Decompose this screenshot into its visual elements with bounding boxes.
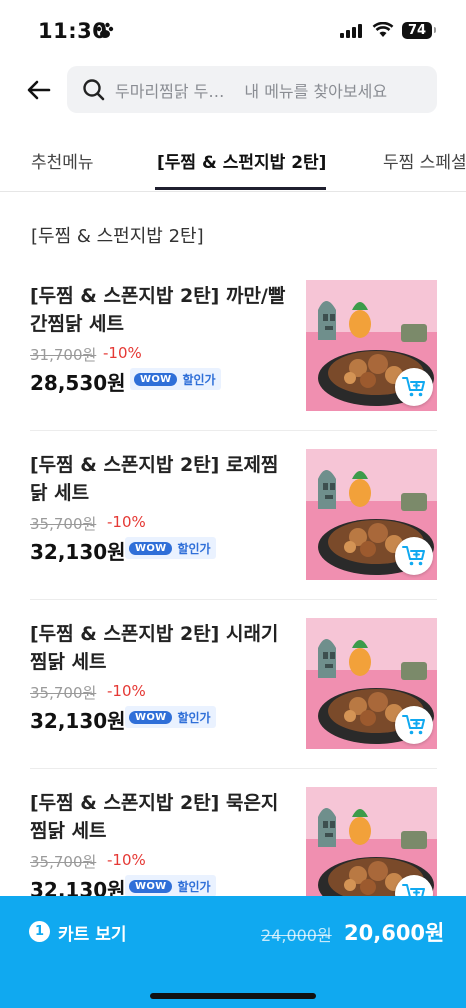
wow-text: 할인가 — [177, 709, 210, 726]
wifi-icon — [372, 22, 394, 38]
wow-pill: WOW — [134, 373, 177, 386]
menu-item-price: 32,130원 — [30, 705, 126, 734]
wow-text: 할인가 — [177, 878, 210, 895]
menu-item-name: [두찜 & 스폰지밥 2탄] 시래기찜닭 세트 — [30, 620, 292, 676]
add-to-cart-button[interactable] — [395, 537, 433, 575]
menu-item-discount: -10% — [107, 682, 146, 700]
menu-item-price: 28,530원 — [30, 367, 126, 396]
menu-item-original-price: 31,700원 — [30, 344, 96, 365]
back-button[interactable] — [24, 76, 54, 104]
home-indicator — [150, 993, 316, 999]
status-bar: 11:30 74 — [0, 0, 466, 62]
menu-item-original-price: 35,700원 — [30, 682, 96, 703]
tab-recommended[interactable]: 추천메뉴 — [31, 148, 94, 173]
cart-label: 카트 보기 — [58, 920, 126, 945]
menu-item-name: [두찜 & 스폰지밥 2탄] 로제찜닭 세트 — [30, 451, 292, 507]
menu-item-price: 32,130원 — [30, 536, 126, 565]
wow-discount-badge: WOW 할인가 — [130, 368, 221, 390]
tab-spongebob[interactable]: [두찜 & 스펀지밥 2탄] — [157, 148, 326, 173]
search-input[interactable]: 두마리찜닭 두… 내 메뉴를 찾아보세요 — [67, 66, 437, 113]
wow-discount-badge: WOW 할인가 — [125, 537, 216, 559]
item-divider — [30, 599, 437, 600]
cart-plus-icon — [402, 714, 426, 736]
cart-plus-icon — [402, 376, 426, 398]
cart-plus-icon — [402, 545, 426, 567]
menu-item-original-price: 35,700원 — [30, 513, 96, 534]
menu-item-name: [두찜 & 스폰지밥 2탄] 까만/빨간찜닭 세트 — [30, 282, 292, 338]
wow-pill: WOW — [129, 880, 172, 893]
add-to-cart-button[interactable] — [395, 368, 433, 406]
section-title: [두찜 & 스펀지밥 2탄] — [31, 222, 204, 248]
view-cart-button[interactable]: 1 카트 보기 24,000원 20,600원 — [0, 896, 466, 1008]
battery-icon: 74 — [402, 22, 432, 39]
menu-item-discount: -10% — [103, 344, 142, 362]
wow-text: 할인가 — [182, 371, 215, 388]
add-to-cart-button[interactable] — [395, 706, 433, 744]
menu-item-discount: -10% — [107, 851, 146, 869]
battery-tip — [434, 27, 436, 33]
paw-icon — [96, 22, 114, 39]
search-hint: 내 메뉴를 찾아보세요 — [244, 78, 387, 102]
active-tab-indicator — [155, 187, 326, 190]
search-placeholder: 두마리찜닭 두… — [115, 78, 224, 102]
search-icon — [81, 77, 107, 103]
menu-item-original-price: 35,700원 — [30, 851, 96, 872]
wow-discount-badge: WOW 할인가 — [125, 706, 216, 728]
wow-pill: WOW — [129, 542, 172, 555]
category-tabs: 추천메뉴 [두찜 & 스펀지밥 2탄] 두찜 스페셜 — [0, 130, 466, 192]
wow-discount-badge: WOW 할인가 — [125, 875, 216, 897]
cart-count-badge: 1 — [29, 921, 50, 942]
menu-item-discount: -10% — [107, 513, 146, 531]
item-divider — [30, 768, 437, 769]
signal-icon — [340, 24, 364, 38]
arrow-left-icon — [27, 80, 51, 100]
cart-total: 20,600원 — [344, 917, 444, 947]
wow-text: 할인가 — [177, 540, 210, 557]
menu-item[interactable]: [두찜 & 스폰지밥 2탄] 시래기찜닭 세트 35,700원 -10% 32,… — [30, 618, 437, 751]
tab-special[interactable]: 두찜 스페셜 — [383, 148, 466, 173]
wow-pill: WOW — [129, 711, 172, 724]
header: 두마리찜닭 두… 내 메뉴를 찾아보세요 — [0, 64, 466, 116]
cart-original-total: 24,000원 — [261, 922, 332, 946]
menu-item-name: [두찜 & 스폰지밥 2탄] 묵은지찜닭 세트 — [30, 789, 292, 845]
menu-item[interactable]: [두찜 & 스폰지밥 2탄] 로제찜닭 세트 35,700원 -10% 32,1… — [30, 449, 437, 582]
item-divider — [30, 430, 437, 431]
menu-item[interactable]: [두찜 & 스폰지밥 2탄] 까만/빨간찜닭 세트 31,700원 -10% 2… — [30, 280, 437, 413]
